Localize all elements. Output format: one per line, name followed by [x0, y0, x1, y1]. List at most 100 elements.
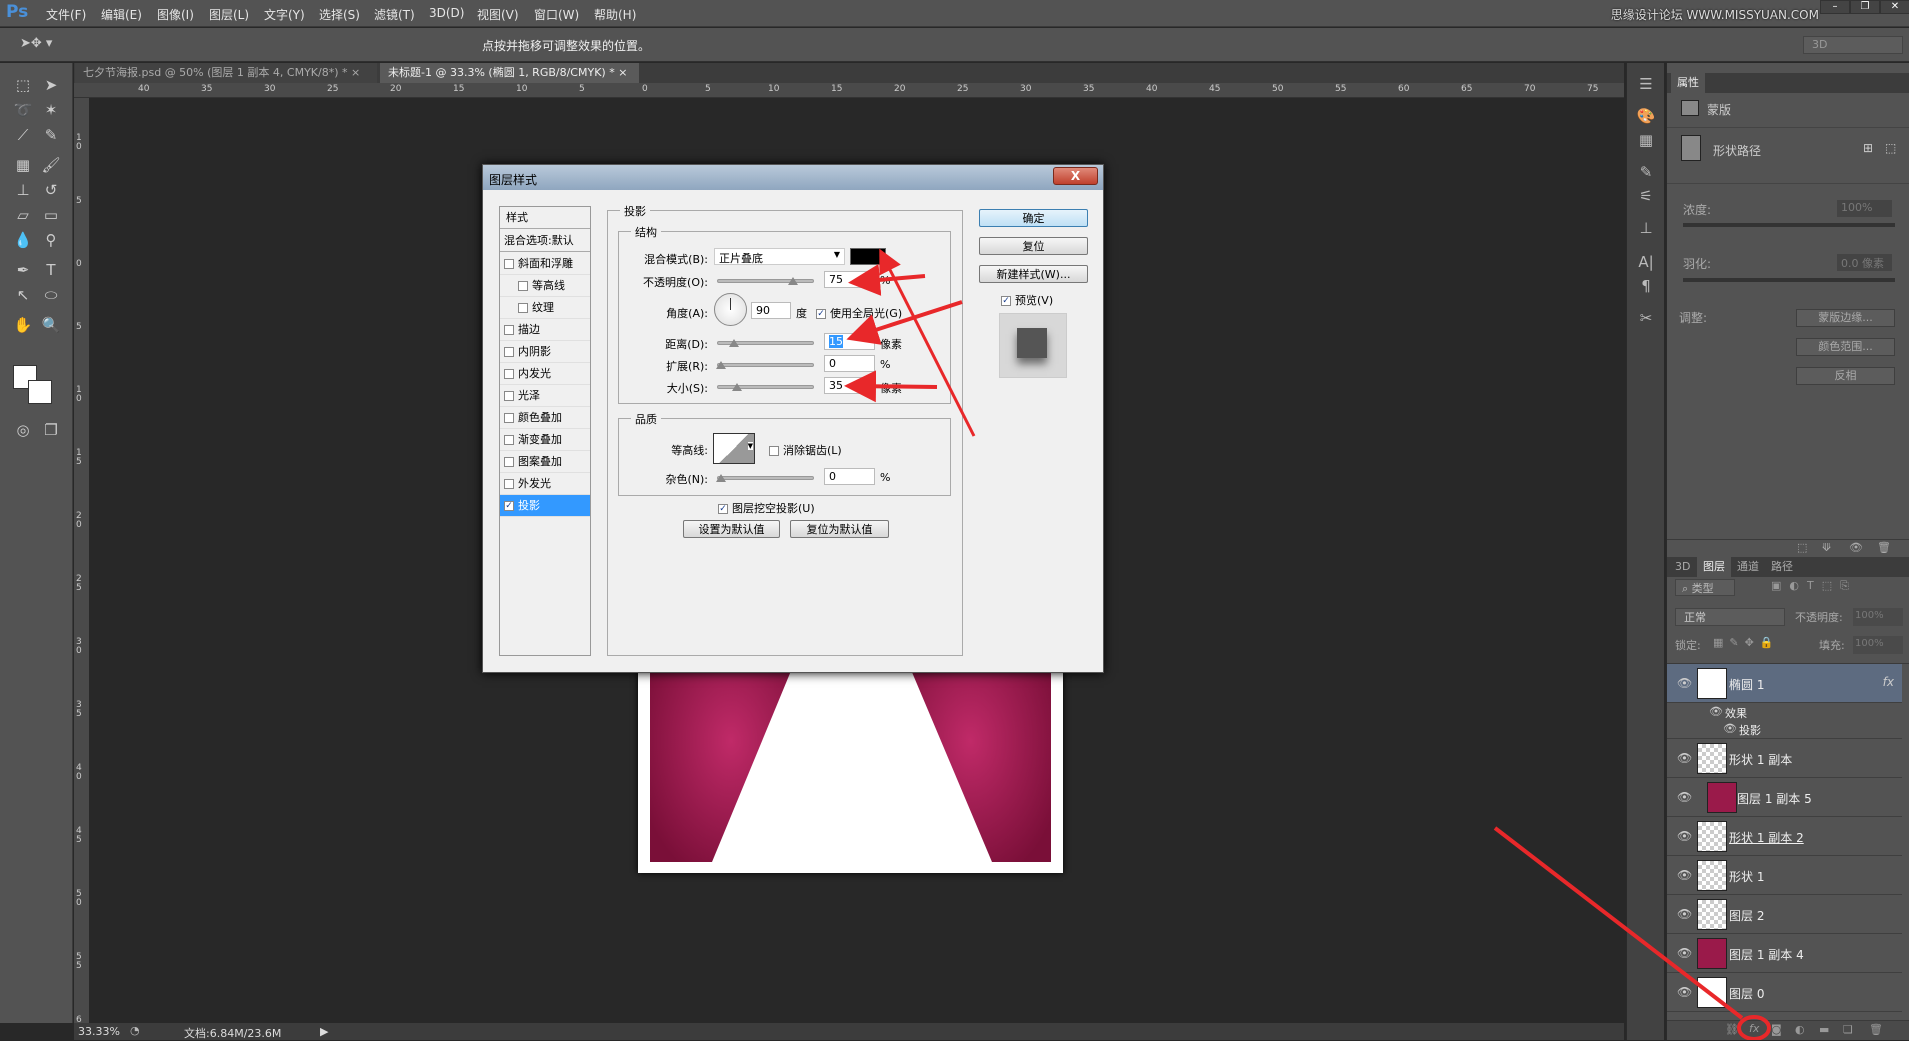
healing-brush-icon[interactable]: ▦ [10, 153, 36, 177]
swatches-icon[interactable]: ▦ [1635, 131, 1657, 153]
path-select-icon[interactable]: ↖ [10, 283, 36, 307]
menu-item[interactable]: 图层(L) [209, 6, 249, 23]
eye-icon[interactable]: 👁 [1677, 868, 1692, 882]
move-tool-preset-icon[interactable]: ➤✥ ▾ [20, 36, 52, 51]
menu-item[interactable]: 3D(D) [429, 6, 464, 20]
close-tab-icon[interactable]: × [618, 66, 627, 79]
menu-item[interactable]: 文字(Y) [264, 6, 305, 23]
blend-mode-select[interactable]: 正常 [1675, 608, 1785, 626]
tab-layers[interactable]: 图层 [1697, 557, 1731, 577]
dodge-tool-icon[interactable]: ⚲ [38, 228, 64, 252]
style-item[interactable]: 外发光 [500, 473, 590, 495]
zoom-level[interactable]: 33.33% [78, 1025, 120, 1038]
style-item[interactable]: 颜色叠加 [500, 407, 590, 429]
adjustment-layer-icon[interactable]: ◐ [1795, 1023, 1805, 1036]
brush-tool-icon[interactable]: 🖌 [38, 153, 64, 177]
layer-row[interactable]: 👁 形状 1 [1667, 856, 1902, 895]
tab-3d[interactable]: 3D [1669, 557, 1696, 577]
eye-icon[interactable]: 👁 [1677, 829, 1692, 843]
slider-knob[interactable] [788, 277, 798, 285]
eye-icon[interactable]: 👁 [1677, 946, 1692, 960]
style-item[interactable]: 光泽 [500, 385, 590, 407]
color-palette-icon[interactable]: 🎨 [1635, 107, 1657, 129]
tab-channels[interactable]: 通道 [1731, 557, 1765, 577]
size-slider[interactable] [717, 383, 814, 391]
menu-item[interactable]: 编辑(E) [101, 6, 142, 23]
tab-untitled-1[interactable]: 未标题-1 @ 33.3% (椭圆 1, RGB/8/CMYK) * × [380, 63, 639, 83]
menu-item[interactable]: 图像(I) [157, 6, 194, 23]
blend-mode-dropdown[interactable]: 正片叠底 ▼ [714, 248, 845, 265]
reset-button[interactable]: 复位 [979, 237, 1088, 255]
pen-tool-icon[interactable]: ✒ [10, 258, 36, 282]
set-default-button[interactable]: 设置为默认值 [683, 520, 780, 538]
history-icon[interactable]: ☰ [1635, 75, 1657, 97]
close-window-button[interactable]: ✕ [1880, 0, 1909, 14]
menu-item[interactable]: 帮助(H) [594, 6, 636, 23]
style-item[interactable]: 等高线 [500, 275, 590, 297]
style-item[interactable]: ✓ 投影 [500, 495, 590, 517]
visibility-icon[interactable]: 👁 [1849, 541, 1863, 554]
noise-input[interactable]: 0 [824, 468, 875, 485]
eraser-icon[interactable]: ▱ [10, 203, 36, 227]
contour-picker[interactable]: ▼ [713, 433, 755, 464]
slider-knob[interactable] [716, 474, 726, 482]
add-layer-style-fx-icon[interactable]: fx [1749, 1022, 1759, 1035]
eye-icon[interactable]: 👁 [1709, 705, 1723, 718]
dialog-close-button[interactable]: X [1053, 167, 1098, 185]
clone-stamp-icon[interactable]: ⊥ [10, 178, 36, 202]
eye-icon[interactable]: 👁 [1677, 676, 1692, 690]
style-item[interactable]: 纹理 [500, 297, 590, 319]
layer-row[interactable]: 👁 形状 1 副本 [1667, 739, 1902, 778]
layer-filter-select[interactable]: ⌕ 类型 [1675, 579, 1735, 596]
brush-presets-icon[interactable]: ⚟ [1635, 187, 1657, 209]
new-group-icon[interactable]: ▬ [1819, 1023, 1829, 1036]
menu-item[interactable]: 滤镜(T) [374, 6, 415, 23]
menu-item[interactable]: 窗口(W) [534, 6, 579, 23]
status-info-icon[interactable]: ◔ [130, 1024, 140, 1037]
restore-button[interactable]: ❐ [1850, 0, 1880, 14]
screen-mode-icon[interactable]: ❐ [38, 418, 64, 442]
density-field[interactable]: 100% [1837, 200, 1892, 217]
feather-field[interactable]: 0.0 像素 [1837, 254, 1892, 271]
gradient-tool-icon[interactable]: ▭ [38, 203, 64, 227]
clone-source-icon[interactable]: ⊥ [1635, 219, 1657, 241]
fx-badge[interactable]: fx [1883, 675, 1894, 689]
brushes-icon[interactable]: ✎ [1635, 163, 1657, 185]
background-color[interactable] [28, 380, 52, 404]
spread-input[interactable]: 0 [824, 355, 875, 372]
move-tool-icon[interactable]: ➤ [38, 73, 64, 97]
style-item[interactable]: 图案叠加 [500, 451, 590, 473]
dialog-titlebar[interactable]: 图层样式 [483, 165, 1103, 190]
slider-knob[interactable] [729, 339, 739, 347]
workspace-select[interactable]: 3D [1803, 36, 1903, 54]
type-tool-icon[interactable]: T [38, 258, 64, 282]
minimize-button[interactable]: – [1820, 0, 1850, 14]
vector-mask-icon[interactable]: ⬚ [1885, 141, 1896, 155]
opacity-slider[interactable] [717, 277, 814, 285]
delete-layer-icon[interactable]: 🗑 [1869, 1023, 1883, 1036]
eyedropper-icon[interactable]: ✎ [38, 123, 64, 147]
add-mask-icon[interactable]: ⊞ [1863, 141, 1873, 155]
menu-item[interactable]: 选择(S) [319, 6, 360, 23]
eye-icon[interactable]: 👁 [1677, 751, 1692, 765]
add-mask-icon[interactable]: ◙ [1771, 1023, 1782, 1036]
style-item[interactable]: 内发光 [500, 363, 590, 385]
apply-mask-icon[interactable]: ⟱ [1822, 541, 1831, 554]
style-item[interactable]: 斜面和浮雕 [500, 253, 590, 275]
style-item[interactable]: 内阴影 [500, 341, 590, 363]
paragraph-icon[interactable]: ¶ [1635, 277, 1657, 299]
global-light-checkbox[interactable]: ✓ 使用全局光(G) [816, 305, 902, 321]
eye-icon[interactable]: 👁 [1723, 722, 1737, 735]
load-selection-icon[interactable]: ⬚ [1797, 541, 1807, 554]
antialias-checkbox[interactable]: 消除锯齿(L) [769, 442, 842, 458]
distance-input[interactable]: 15 [824, 333, 875, 350]
delete-mask-icon[interactable]: 🗑 [1877, 541, 1891, 554]
menu-item[interactable]: 文件(F) [46, 6, 86, 23]
tab-properties[interactable]: 属性 [1671, 73, 1705, 93]
opacity-field[interactable]: 100% [1853, 608, 1903, 626]
quick-mask-icon[interactable]: ◎ [10, 418, 36, 442]
eye-icon[interactable]: 👁 [1677, 790, 1692, 804]
styles-header[interactable]: 样式 [500, 207, 590, 229]
feather-slider[interactable] [1683, 278, 1895, 282]
layer-row[interactable]: 👁 图层 1 副本 4 [1667, 934, 1902, 973]
